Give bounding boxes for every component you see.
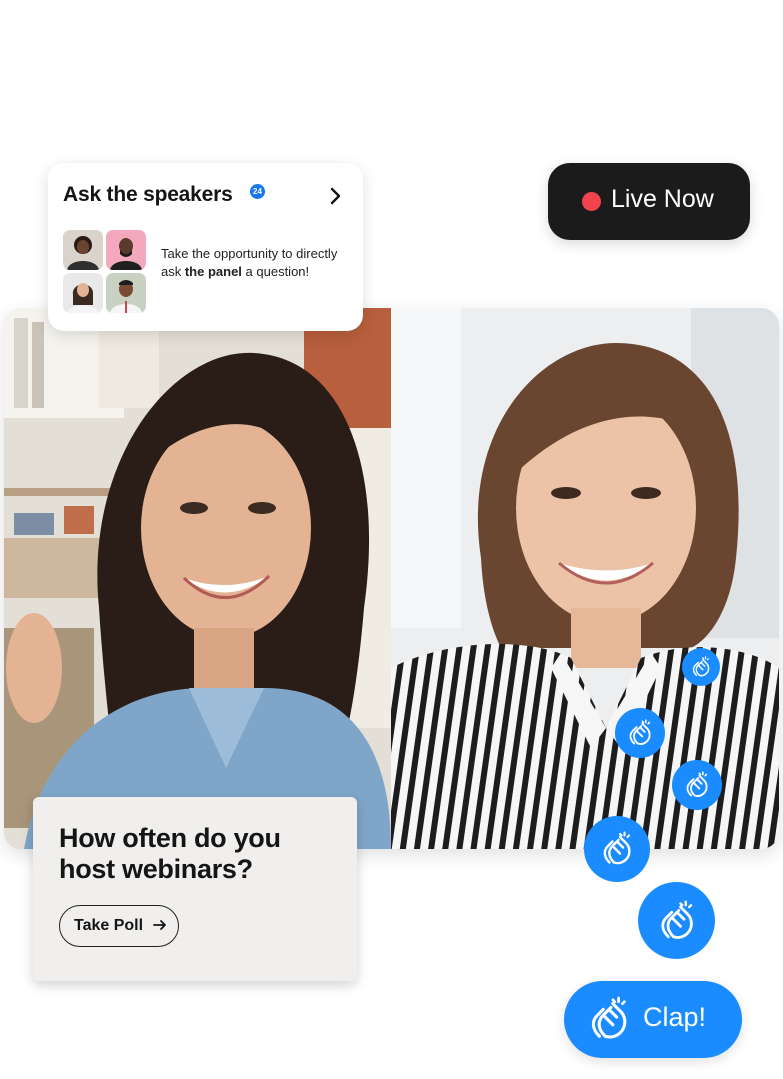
ask-speakers-description: Take the opportunity to directly ask the… bbox=[161, 245, 351, 281]
video-grid bbox=[4, 308, 779, 849]
clapping-hands-icon bbox=[591, 996, 627, 1039]
clapping-hands-icon bbox=[692, 656, 710, 677]
clap-button[interactable]: Clap! bbox=[564, 981, 742, 1058]
clap-reaction bbox=[682, 648, 720, 686]
avatar bbox=[106, 230, 146, 270]
description-emphasis: the panel bbox=[184, 264, 242, 279]
speaker-avatars bbox=[63, 230, 147, 314]
participant-video-right[interactable] bbox=[391, 308, 779, 849]
avatar bbox=[63, 230, 103, 270]
clap-reaction bbox=[615, 708, 665, 758]
ask-speakers-card[interactable]: Ask the speakers 24 Take the opportunity… bbox=[48, 163, 363, 331]
clapping-hands-icon bbox=[603, 831, 631, 865]
chevron-right-icon[interactable] bbox=[324, 185, 346, 207]
take-poll-button[interactable]: Take Poll bbox=[59, 905, 179, 947]
clapping-hands-icon bbox=[686, 771, 708, 797]
participant-left-image bbox=[4, 308, 391, 849]
clap-reaction bbox=[672, 760, 722, 810]
clap-button-label: Clap! bbox=[643, 1002, 707, 1032]
participant-right-image bbox=[391, 308, 779, 849]
live-dot-icon bbox=[582, 192, 601, 211]
poll-question: How often do you host webinars? bbox=[59, 823, 281, 884]
arrow-right-icon bbox=[153, 920, 166, 930]
clapping-hands-icon bbox=[629, 719, 651, 745]
clapping-hands-icon bbox=[660, 900, 693, 939]
question-count-badge: 24 bbox=[250, 184, 265, 199]
clap-reaction bbox=[584, 816, 650, 882]
live-status-badge: Live Now bbox=[548, 163, 750, 240]
live-label: Live Now bbox=[611, 185, 714, 213]
clap-reaction bbox=[638, 882, 715, 959]
avatar bbox=[106, 273, 146, 313]
avatar bbox=[63, 273, 103, 313]
poll-card: How often do you host webinars? Take Pol… bbox=[33, 797, 357, 981]
description-text: a question! bbox=[241, 264, 310, 279]
participant-video-left[interactable] bbox=[4, 308, 391, 849]
take-poll-label: Take Poll bbox=[74, 917, 144, 934]
ask-speakers-title: Ask the speakers bbox=[63, 183, 233, 206]
